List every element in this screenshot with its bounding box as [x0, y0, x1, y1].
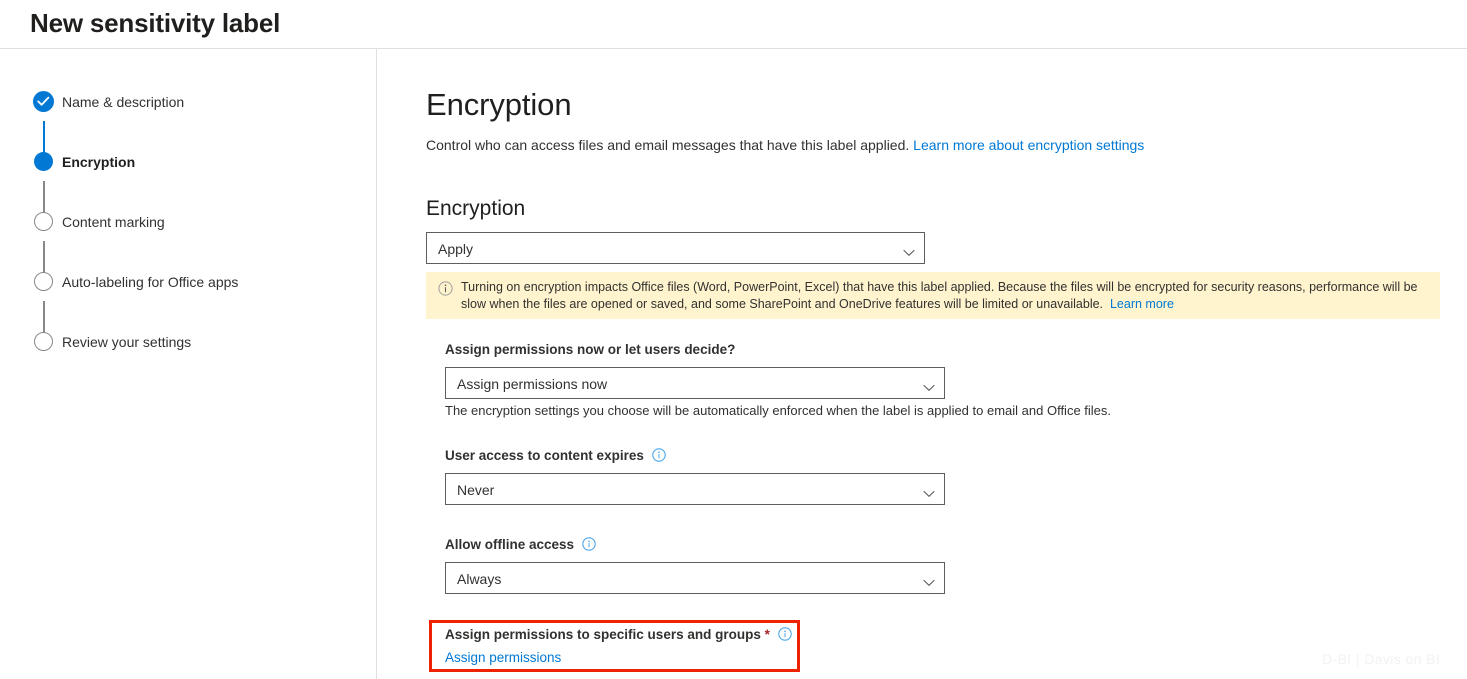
allow-offline-access-value: Always: [457, 571, 502, 587]
sidebar-item-label: Encryption: [62, 154, 136, 170]
section-description: Control who can access files and email m…: [426, 135, 1144, 155]
chevron-down-icon: [923, 379, 935, 391]
assign-permissions-mode-label: Assign permissions now or let users deci…: [445, 342, 736, 357]
check-circle-icon: [33, 91, 54, 112]
assign-permissions-users-groups-label: Assign permissions to specific users and…: [445, 626, 792, 644]
assign-permissions-mode-value: Assign permissions now: [457, 376, 608, 392]
encryption-settings-learn-more-link[interactable]: Learn more about encryption settings: [913, 137, 1144, 153]
watermark: D-BI | Davis on BI: [1322, 651, 1441, 667]
encryption-subheading: Encryption: [426, 197, 526, 220]
sidebar-item-label: Content marking: [62, 214, 165, 230]
allow-offline-access-label: Allow offline access: [445, 536, 596, 554]
section-title: Encryption: [426, 87, 572, 122]
sidebar-item-label: Name & description: [62, 94, 185, 110]
banner-message: Turning on encryption impacts Office fil…: [461, 280, 1418, 311]
empty-circle-icon: [33, 331, 54, 352]
sidebar-item-encryption[interactable]: Encryption: [0, 151, 377, 175]
sidebar-item-label: Auto-labeling for Office apps: [62, 274, 239, 290]
sidebar-item-label: Review your settings: [62, 334, 192, 350]
user-access-expires-label-text: User access to content expires: [445, 448, 644, 463]
allow-offline-access-dropdown[interactable]: Always: [445, 562, 945, 594]
sidebar-item-review-settings[interactable]: Review your settings: [0, 331, 377, 355]
chevron-down-icon: [923, 485, 935, 497]
info-circle-icon[interactable]: [777, 627, 792, 641]
user-access-expires-label: User access to content expires: [445, 447, 666, 465]
page-header: New sensitivity label: [0, 0, 1467, 49]
sidebar-item-auto-labeling[interactable]: Auto-labeling for Office apps: [0, 271, 377, 295]
banner-learn-more-link[interactable]: Learn more: [1110, 297, 1174, 311]
assign-permissions-mode-help: The encryption settings you choose will …: [445, 403, 1112, 418]
allow-offline-access-label-text: Allow offline access: [445, 537, 575, 552]
user-access-expires-value: Never: [457, 482, 495, 498]
empty-circle-icon: [33, 211, 54, 232]
app-root: New sensitivity label Name & description: [0, 0, 1467, 679]
page-title: New sensitivity label: [30, 8, 281, 38]
main-content: Encryption Control who can access files …: [378, 49, 1467, 679]
info-circle-icon: [438, 281, 453, 296]
info-circle-icon[interactable]: [651, 448, 666, 462]
banner-text: Turning on encryption impacts Office fil…: [461, 279, 1429, 313]
wizard-sidebar: Name & description Encryption Content ma…: [0, 49, 377, 679]
encryption-mode-value: Apply: [438, 241, 474, 257]
section-description-text: Control who can access files and email m…: [426, 137, 910, 153]
chevron-down-icon: [923, 574, 935, 586]
info-circle-icon[interactable]: [582, 537, 596, 551]
required-marker: *: [764, 627, 770, 642]
sidebar-item-name-description[interactable]: Name & description: [0, 91, 377, 115]
sidebar-item-content-marking[interactable]: Content marking: [0, 211, 377, 235]
encryption-warning-banner: Turning on encryption impacts Office fil…: [426, 272, 1440, 319]
filled-circle-icon: [33, 151, 54, 172]
user-access-expires-dropdown[interactable]: Never: [445, 473, 945, 505]
assign-permissions-mode-dropdown[interactable]: Assign permissions now: [445, 367, 945, 399]
assign-permissions-link[interactable]: Assign permissions: [445, 649, 561, 667]
assign-permissions-users-groups-label-text: Assign permissions to specific users and…: [445, 627, 761, 642]
empty-circle-icon: [33, 271, 54, 292]
encryption-mode-dropdown[interactable]: Apply: [426, 232, 925, 264]
chevron-down-icon: [903, 244, 915, 256]
